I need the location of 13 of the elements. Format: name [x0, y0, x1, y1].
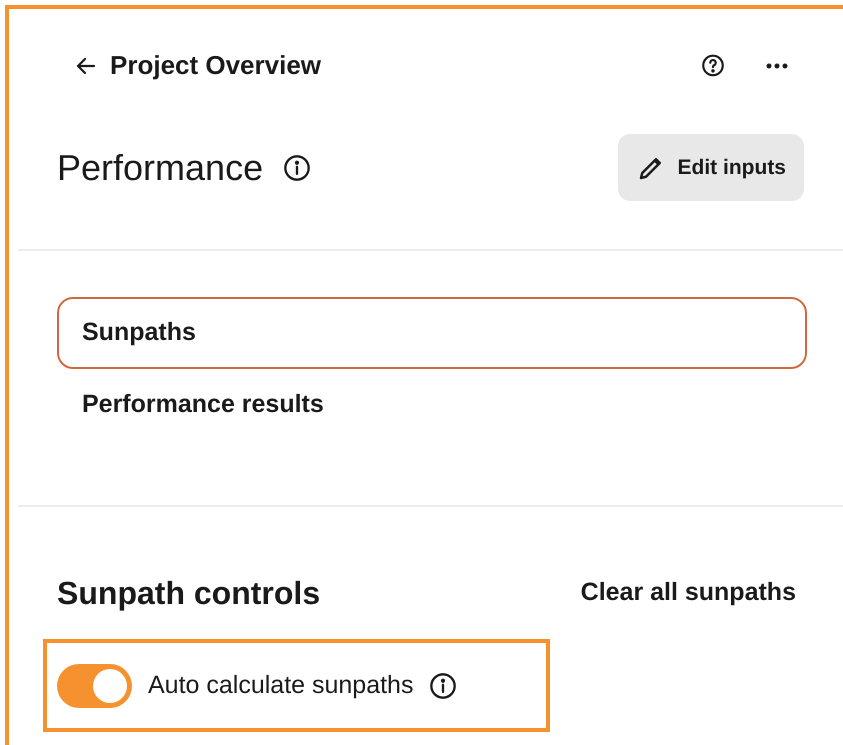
info-icon[interactable]	[429, 672, 458, 700]
tab[interactable]: Sunpaths	[57, 297, 807, 369]
help-icon[interactable]	[700, 52, 726, 78]
info-icon[interactable]	[283, 154, 312, 182]
more-icon[interactable]	[766, 62, 788, 68]
section-heading: Sunpath controls	[57, 574, 320, 613]
page-title: Performance	[57, 146, 264, 190]
toggle-label: Auto calculate sunpaths	[148, 670, 414, 701]
tab[interactable]: Performance results	[57, 369, 807, 441]
toggle-switch[interactable]	[57, 664, 132, 708]
edit-inputs-button[interactable]: Edit inputs	[618, 134, 804, 201]
clear-all-link[interactable]: Clear all sunpaths	[580, 574, 796, 612]
back-link[interactable]: Project Overview	[110, 46, 321, 85]
